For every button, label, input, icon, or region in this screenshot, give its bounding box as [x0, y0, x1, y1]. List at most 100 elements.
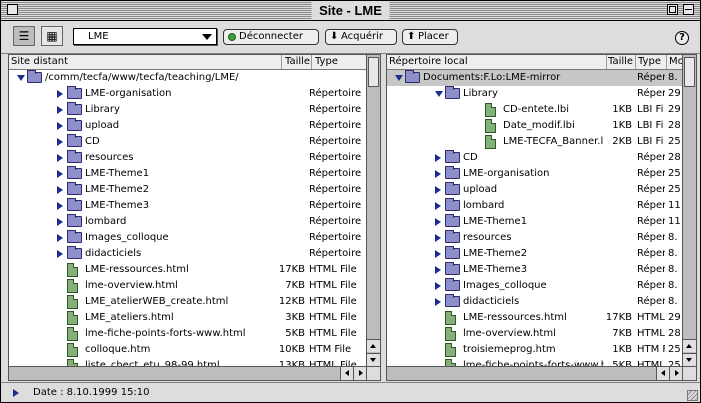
remote-horizontal-scrollbar[interactable] [9, 366, 366, 380]
disclosure-closed-icon[interactable] [57, 250, 63, 258]
site-menu-icon[interactable]: ▦ [41, 26, 63, 46]
local-header-date[interactable]: Mo [669, 55, 683, 68]
item-name[interactable]: LME-Theme3 [463, 262, 604, 278]
disclosure-closed-icon[interactable] [57, 122, 63, 130]
scroll-left-arrow-icon[interactable] [656, 367, 669, 380]
item-name[interactable]: lme-overview.html [85, 278, 277, 294]
put-button[interactable]: ⬆ Placer [402, 29, 458, 45]
item-name[interactable]: /comm/tecfa/www/tecfa/teaching/LME/ [45, 70, 277, 86]
list-view-icon[interactable]: ☰ [13, 26, 35, 46]
get-button[interactable]: ⬇ Acquérir [325, 29, 397, 45]
disclosure-closed-icon[interactable] [57, 186, 63, 194]
resize-grip-icon[interactable] [687, 390, 698, 401]
disclosure-closed-icon[interactable] [435, 250, 441, 258]
file-row[interactable]: Date_modif.lbi 1KB LBI Fi 28 [387, 118, 682, 134]
item-name[interactable]: upload [85, 118, 277, 134]
title-bar[interactable]: Site - LME [1, 1, 700, 21]
folder-row[interactable]: didacticiels Répertoire [9, 246, 366, 262]
scroll-down-arrow-icon[interactable] [683, 353, 696, 366]
disclosure-closed-icon[interactable] [57, 138, 63, 146]
remote-vertical-scrollbar[interactable] [366, 55, 380, 366]
folder-row[interactable]: Library Répertoire [9, 102, 366, 118]
item-name[interactable]: CD-entete.lbi [503, 102, 604, 118]
item-name[interactable]: Documents:F.Lo:LME-mirror [423, 70, 604, 86]
file-row[interactable]: CD-entete.lbi 1KB LBI Fi 29 [387, 102, 682, 118]
folder-row[interactable]: CD Répertoire [9, 134, 366, 150]
file-row[interactable]: LME-ressources.html 17KB HTML File [9, 262, 366, 278]
file-row[interactable]: LME-ressources.html17KB HTML F29 [387, 310, 682, 326]
local-horizontal-scrollbar[interactable] [387, 366, 682, 380]
remote-header-name[interactable]: Site distant [11, 55, 68, 68]
disclosure-closed-icon[interactable] [57, 106, 63, 114]
disclosure-closed-icon[interactable] [435, 218, 441, 226]
folder-row[interactable]: Documents:F.Lo:LME-mirror Réper 8. [387, 70, 682, 86]
file-row[interactable]: lme-fiche-points-forts-www.html 5KB HTML F… [387, 358, 682, 366]
item-name[interactable]: LME-ressources.html [463, 310, 604, 326]
folder-row[interactable]: Images_colloque Répertoire [9, 230, 366, 246]
disclosure-closed-icon[interactable] [57, 202, 63, 210]
local-header-name[interactable]: Répertoire local [389, 55, 468, 68]
item-name[interactable]: lombard [85, 214, 277, 230]
help-button[interactable]: ? [675, 31, 689, 45]
scroll-thumb[interactable] [684, 57, 695, 87]
item-name[interactable]: Images_colloque [85, 230, 277, 246]
remote-header-type[interactable]: Type [315, 55, 338, 68]
disclosure-closed-icon[interactable] [57, 154, 63, 162]
folder-row[interactable]: LME-Theme1 Répertoire [9, 166, 366, 182]
item-name[interactable]: didacticiels [85, 246, 277, 262]
disclosure-closed-icon[interactable] [57, 234, 63, 242]
file-row[interactable]: troisiemeprog.htm 1KB HTM Fi25 [387, 342, 682, 358]
scroll-right-arrow-icon[interactable] [669, 367, 682, 380]
folder-row[interactable]: resources Réper 8. [387, 230, 682, 246]
item-name[interactable]: LME-Theme1 [463, 214, 604, 230]
disclosure-closed-icon[interactable] [435, 170, 441, 178]
column-divider[interactable] [281, 55, 282, 69]
disconnect-button[interactable]: Déconnecter [223, 29, 319, 45]
local-header-type[interactable]: Type [638, 55, 661, 68]
file-row[interactable]: colloque.htm 10KB HTM File [9, 342, 366, 358]
file-row[interactable]: LME_atelierWEB_create.html 12KB HTML File [9, 294, 366, 310]
zoom-box[interactable] [667, 4, 678, 15]
folder-row[interactable]: LME-Theme1 Réper 11 [387, 214, 682, 230]
item-name[interactable]: lombard [463, 198, 604, 214]
item-name[interactable]: LME-ressources.html [85, 262, 277, 278]
item-name[interactable]: resources [463, 230, 604, 246]
disclosure-closed-icon[interactable] [435, 154, 441, 162]
item-name[interactable]: colloque.htm [85, 342, 277, 358]
scroll-thumb[interactable] [368, 57, 379, 87]
folder-row[interactable]: LME-Theme3 Réper 8. [387, 262, 682, 278]
folder-row[interactable]: upload Répertoire [9, 118, 366, 134]
file-row[interactable]: liste_chect_etu_98-99.html 13KB HTML File [9, 358, 366, 366]
scroll-right-arrow-icon[interactable] [353, 367, 366, 380]
column-divider[interactable] [635, 55, 636, 69]
item-name[interactable]: LME-organisation [85, 86, 277, 102]
disclosure-open-icon[interactable] [395, 75, 403, 81]
item-name[interactable]: didacticiels [463, 294, 604, 310]
scroll-up-arrow-icon[interactable] [367, 339, 380, 352]
item-name[interactable]: LME-organisation [463, 166, 604, 182]
item-name[interactable]: lme-overview.html [463, 326, 604, 342]
folder-row[interactable]: CD Réper 28 [387, 150, 682, 166]
file-row[interactable]: lme-overview.html 7KB HTML F28 [387, 326, 682, 342]
folder-row[interactable]: upload Réper 25 [387, 182, 682, 198]
status-expand-icon[interactable] [13, 389, 19, 397]
item-name[interactable]: LME_atelierWEB_create.html [85, 294, 277, 310]
file-row[interactable]: LME_ateliers.html 3KB HTML File [9, 310, 366, 326]
disclosure-closed-icon[interactable] [435, 186, 441, 194]
file-row[interactable]: lme-overview.html 7KB HTML File [9, 278, 366, 294]
column-divider[interactable] [311, 55, 312, 69]
collapse-box[interactable] [683, 4, 694, 15]
folder-row[interactable]: LME-Theme2 Réper 8. [387, 246, 682, 262]
item-name[interactable]: Images_colloque [463, 278, 604, 294]
item-name[interactable]: Library [463, 86, 604, 102]
close-box[interactable] [7, 4, 18, 15]
disclosure-open-icon[interactable] [17, 75, 25, 81]
disclosure-closed-icon[interactable] [57, 170, 63, 178]
item-name[interactable]: CD [463, 150, 604, 166]
item-name[interactable]: LME-Theme2 [463, 246, 604, 262]
folder-row[interactable]: lombard Répertoire [9, 214, 366, 230]
local-vertical-scrollbar[interactable] [682, 55, 696, 366]
item-name[interactable]: resources [85, 150, 277, 166]
file-row[interactable]: lme-fiche-points-forts-www.html 5KB HTML F… [9, 326, 366, 342]
remote-header-size[interactable]: Taille [285, 55, 310, 68]
